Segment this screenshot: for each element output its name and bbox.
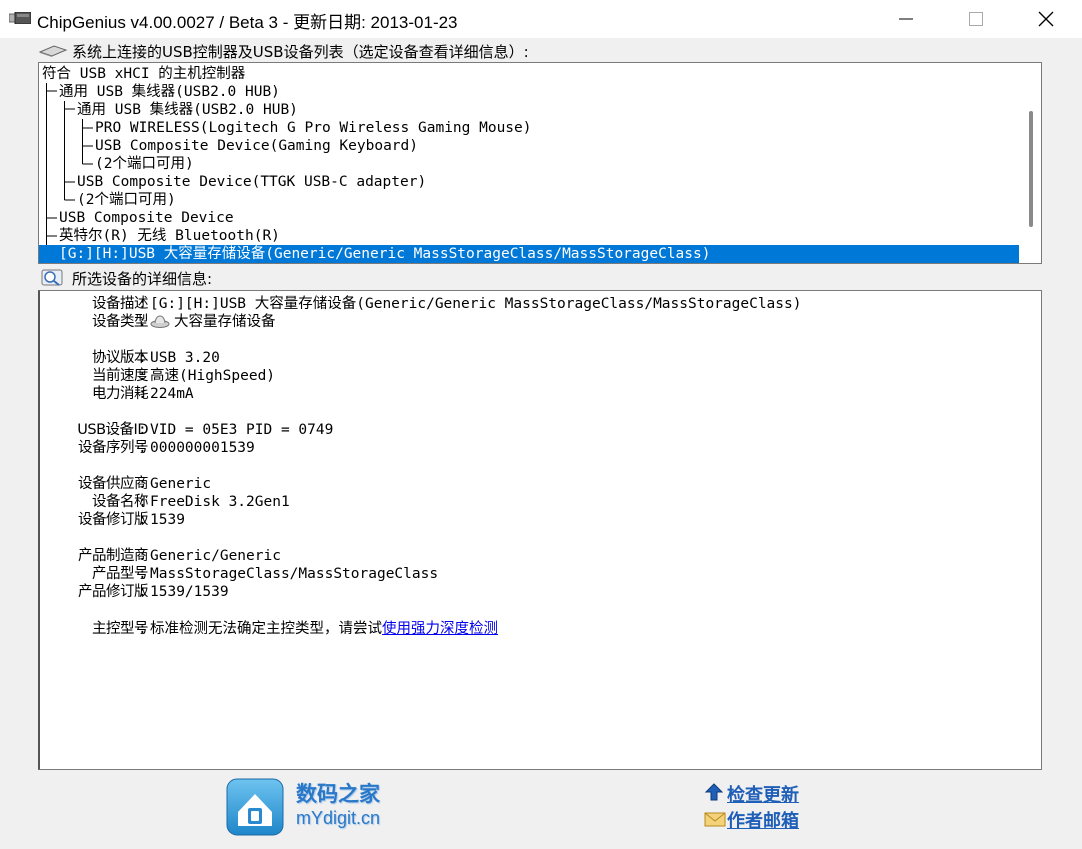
detail-value: 标准检测无法确定主控类型，请尝试使用强力深度检测 [150, 621, 498, 637]
update-arrow-icon [704, 783, 724, 801]
detail-row-device-revision: 设备修订版: 1539 [78, 512, 185, 528]
mass-storage-icon [150, 315, 170, 328]
tree-item-pro-wireless-mouse[interactable]: PRO WIRELESS(Logitech G Pro Wireless Gam… [95, 119, 532, 137]
chipgenius-window: ChipGenius v4.00.0027 / Beta 3 - 更新日期: 2… [0, 0, 1082, 849]
tree-item-ports-available-1[interactable]: (2个端口可用) [95, 155, 194, 173]
tree-item-ttgk-adapter[interactable]: USB Composite Device(TTGK USB-C adapter) [77, 173, 426, 191]
tree-item-intel-bluetooth[interactable]: 英特尔(R) 无线 Bluetooth(R) [59, 227, 280, 245]
detail-row-description: 设备描述: [G:][H:]USB 大容量存储设备(Generic/Generi… [92, 296, 802, 312]
deep-detection-link[interactable]: 使用强力深度检测 [382, 621, 498, 637]
window-title: ChipGenius v4.00.0027 / Beta 3 - 更新日期: 2… [37, 13, 458, 32]
detail-value: 1539/1539 [150, 584, 229, 600]
tree-item-usb-composite-device[interactable]: USB Composite Device [59, 209, 234, 227]
detail-value: FreeDisk 3.2Gen1 [150, 494, 290, 510]
close-icon [1038, 11, 1054, 27]
detail-value: [G:][H:]USB 大容量存储设备(Generic/Generic Mass… [150, 296, 802, 312]
details-label: 所选设备的详细信息: [72, 270, 213, 288]
detail-row-type: 设备类型: 大容量存储设备 [92, 313, 276, 331]
detail-row-speed: 当前速度: 高速(HighSpeed) [92, 368, 276, 384]
mydigit-logo[interactable] [226, 778, 288, 838]
detail-value: Generic/Generic [150, 548, 281, 564]
detail-row-vendor: 设备供应商: Generic [78, 476, 212, 492]
detail-value: 224mA [150, 386, 194, 402]
detail-row-protocol: 协议版本: USB 3.20 [92, 350, 220, 366]
detail-row-device-name: 设备名称: FreeDisk 3.2Gen1 [92, 494, 290, 510]
maximize-button[interactable] [942, 0, 1010, 38]
device-list-label: 系统上连接的USB控制器及USB设备列表（选定设备查看详细信息）: [72, 43, 529, 61]
detail-value: USB 3.20 [150, 350, 220, 366]
detail-value: 000000001539 [150, 440, 255, 456]
usb-controller-icon [38, 45, 68, 57]
tree-item-ports-available-2[interactable]: (2个端口可用) [77, 191, 176, 209]
author-mail-link[interactable]: 作者邮箱 [727, 807, 799, 833]
detail-row-controller: 主控型号: 标准检测无法确定主控类型，请尝试使用强力深度检测 [92, 621, 498, 637]
tree-item-mass-storage-selected[interactable]: [G:][H:]USB 大容量存储设备(Generic/Generic Mass… [39, 245, 1019, 263]
detail-row-power: 电力消耗: 224mA [92, 386, 194, 402]
brand-english[interactable]: mYdigit.cn [296, 808, 380, 829]
detail-value: VID = 05E3 PID = 0749 [150, 422, 334, 438]
maximize-icon [969, 12, 983, 26]
details-panel: 设备描述: [G:][H:]USB 大容量存储设备(Generic/Generi… [38, 290, 1042, 770]
minimize-button[interactable] [872, 0, 940, 38]
detail-value: Generic [150, 476, 212, 492]
check-update-link[interactable]: 检查更新 [727, 781, 799, 807]
detail-value: MassStorageClass/MassStorageClass [150, 566, 439, 582]
minimize-icon [899, 18, 913, 20]
detail-row-product-revision: 产品修订版: 1539/1539 [78, 584, 229, 600]
detail-row-product-model: 产品型号: MassStorageClass/MassStorageClass [92, 566, 439, 582]
tree-item-usb-hub-1[interactable]: 通用 USB 集线器(USB2.0 HUB) [59, 83, 280, 101]
detail-value: 大容量存储设备 [150, 313, 276, 331]
tree-item-usb-hub-2[interactable]: 通用 USB 集线器(USB2.0 HUB) [77, 101, 298, 119]
brand-chinese[interactable]: 数码之家 [296, 778, 380, 808]
usb-drive-icon [9, 12, 31, 24]
details-magnifier-icon [41, 269, 63, 286]
detail-row-usb-id: USB设备ID: VID = 05E3 PID = 0749 [77, 422, 334, 438]
tree-scrollbar[interactable] [1029, 111, 1033, 227]
tree-item-xhci-controller[interactable]: 符合 USB xHCI 的主机控制器 [42, 65, 245, 83]
detail-value: 1539 [150, 512, 185, 528]
device-tree[interactable]: 符合 USB xHCI 的主机控制器 通用 USB 集线器(USB2.0 HUB… [38, 62, 1042, 264]
mail-envelope-icon [704, 812, 726, 827]
detail-value: 高速(HighSpeed) [150, 368, 276, 384]
tree-item-gaming-keyboard[interactable]: USB Composite Device(Gaming Keyboard) [95, 137, 418, 155]
title-bar[interactable]: ChipGenius v4.00.0027 / Beta 3 - 更新日期: 2… [0, 0, 1082, 38]
detail-row-serial: 设备序列号: 000000001539 [78, 440, 255, 456]
close-button[interactable] [1012, 0, 1080, 38]
detail-row-manufacturer: 产品制造商: Generic/Generic [78, 548, 281, 564]
